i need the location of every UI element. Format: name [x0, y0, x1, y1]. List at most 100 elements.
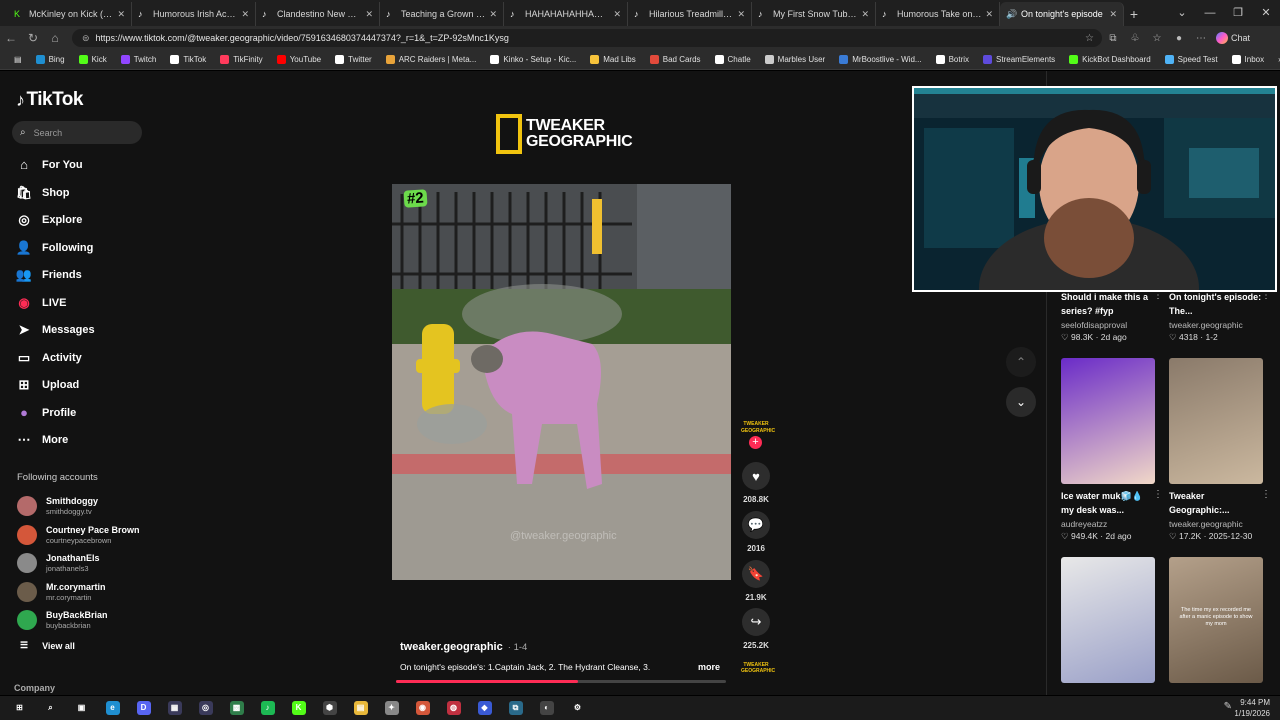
bookmark-item[interactable]: Bing [30, 55, 71, 64]
bookmark-icon[interactable]: 🔖 [742, 559, 770, 588]
tab-search-icon[interactable]: ⌄ [1168, 0, 1196, 26]
search-input[interactable]: ⌕ Search [12, 121, 142, 144]
bookmark-item[interactable]: ARC Raiders | Meta... [380, 55, 483, 64]
bookmark-item[interactable]: Kinko - Setup - Kic... [484, 55, 582, 64]
browser-tab[interactable]: ♪ Hilarious Treadmill Fails Th ✕ [628, 2, 752, 26]
bookmark-item[interactable]: Inbox [1226, 55, 1271, 64]
browser-tab[interactable]: ♪ Humorous Take on the Nu ✕ [876, 2, 1000, 26]
tab-close-icon[interactable]: ✕ [613, 9, 621, 20]
back-button[interactable]: ← [0, 31, 22, 45]
taskbar-item[interactable]: ⊞ [4, 696, 35, 720]
related-thumbnail[interactable] [1061, 557, 1155, 683]
bookmark-item[interactable]: MrBoostlive - Wid... [833, 55, 927, 64]
bookmark-item[interactable]: Mad Libs [584, 55, 641, 64]
taskbar-item[interactable]: ⬢ [314, 696, 345, 720]
browser-tab[interactable]: 🔊 On tonight's episode ✕ [1000, 2, 1124, 26]
more-options-icon[interactable]: ⋮ [1153, 489, 1163, 500]
creator-name[interactable]: tweaker.geographic · 1-4 [400, 641, 527, 653]
share-action[interactable]: ↪ 225.2K [740, 608, 772, 650]
company-link[interactable]: Company [14, 683, 55, 693]
taskbar-item[interactable]: ⧉ [500, 696, 531, 720]
tab-close-icon[interactable]: ✕ [365, 9, 373, 20]
tiktok-logo[interactable]: ♪ TikTok [16, 89, 83, 111]
taskbar-item[interactable]: ◍ [438, 696, 469, 720]
nav-item-more[interactable]: ⋯ More [14, 429, 154, 451]
minimize-button[interactable]: — [1196, 0, 1224, 26]
new-tab-button[interactable]: + [1124, 2, 1144, 26]
favorites-icon[interactable]: ☆ [1146, 33, 1168, 44]
profile-avatar-icon[interactable]: ● [1168, 33, 1190, 44]
video-progress-bar[interactable] [396, 680, 726, 683]
network-icon[interactable]: ✎ [1224, 701, 1232, 712]
taskbar-item[interactable]: ◆ [469, 696, 500, 720]
bookmark-item[interactable]: TikTok [164, 55, 212, 64]
browser-tab[interactable]: ♪ Clandestino New York: Bicycle ✕ [256, 2, 380, 26]
tab-close-icon[interactable]: ✕ [985, 9, 993, 20]
following-account[interactable]: BuyBackBrian buybackbrian [17, 607, 157, 633]
related-video-card[interactable]: Ice water muk🧊💧 my desk was... audreyeatz… [1061, 489, 1163, 542]
video-player[interactable] [392, 184, 731, 580]
related-thumbnail[interactable] [1061, 358, 1155, 484]
next-video-button[interactable]: ⌄ [1006, 387, 1036, 417]
music-disc-icon[interactable]: TWEAKER GEOGRAPHIC [741, 662, 775, 674]
tab-close-icon[interactable]: ✕ [737, 9, 745, 20]
apps-grid-icon[interactable]: ▤ [8, 55, 28, 64]
tab-close-icon[interactable]: ✕ [1109, 9, 1117, 20]
view-all-button[interactable]: ☰ View all [20, 640, 75, 651]
comment-action[interactable]: 💬 2016 [740, 510, 772, 553]
extensions-icon[interactable]: ⧉ [1102, 33, 1124, 44]
taskbar-item[interactable]: ✦ [376, 696, 407, 720]
browser-tab[interactable]: ♪ Humorous Irish Accent Joke ✕ [132, 2, 256, 26]
taskbar-item[interactable]: D [128, 696, 159, 720]
creator-handle[interactable]: tweaker.geographic [400, 641, 503, 653]
nav-item-explore[interactable]: ◎ Explore [14, 209, 154, 231]
heart-icon[interactable]: ♥ [742, 462, 770, 490]
like-action[interactable]: ♥ 208.8K [740, 462, 772, 504]
browser-tab[interactable]: K McKinley on Kick (@mckinleyjr) ✕ [8, 2, 132, 26]
bookmarks-overflow-icon[interactable]: › [1272, 55, 1280, 64]
nav-item-messages[interactable]: ➤ Messages [14, 319, 154, 341]
bookmark-item[interactable]: Speed Test [1159, 55, 1224, 64]
related-video-card[interactable]: Tweaker Geographic:... tweaker.geographic… [1169, 489, 1271, 542]
related-thumbnail[interactable]: The time my ex recorded me after a manic… [1169, 557, 1263, 683]
bookmark-item[interactable]: Marbles User [759, 55, 832, 64]
favorite-star-icon[interactable]: ☆ [1085, 33, 1102, 44]
following-account[interactable]: Smithdoggy smithdoggy.tv [17, 493, 157, 519]
site-info-icon[interactable]: ⊜ [82, 33, 90, 44]
caption-more-button[interactable]: more [698, 662, 720, 672]
bookmark-item[interactable]: Twitch [115, 55, 163, 64]
related-thumbnail[interactable] [1169, 358, 1263, 484]
taskbar-item[interactable]: ◎ [190, 696, 221, 720]
tab-close-icon[interactable]: ✕ [861, 9, 869, 20]
nav-item-live[interactable]: ◉ LIVE [14, 292, 154, 314]
menu-dots-icon[interactable]: ⋯ [1190, 33, 1212, 44]
maximize-button[interactable]: ❐ [1224, 0, 1252, 26]
taskbar-item[interactable]: ◐ [531, 696, 562, 720]
browser-tab[interactable]: ♪ My First Snow Tubing Expe✕ [752, 2, 876, 26]
taskbar-item[interactable]: ▣ [66, 696, 97, 720]
bookmark-item[interactable]: YouTube [271, 55, 327, 64]
taskbar-item[interactable]: ⚙ [562, 696, 593, 720]
nav-item-activity[interactable]: ▭ Activity [14, 347, 154, 369]
share-icon[interactable]: ↪ [742, 608, 770, 637]
nav-item-upload[interactable]: ⊞ Upload [14, 374, 154, 396]
following-account[interactable]: Courtney Pace Brown courtneypacebrown [17, 522, 157, 548]
follow-plus-button[interactable]: + [749, 436, 762, 449]
tab-close-icon[interactable]: ✕ [117, 9, 125, 20]
related-video-card[interactable]: Should i make this a series? #fyp seelofd… [1061, 290, 1163, 343]
tab-close-icon[interactable]: ✕ [241, 9, 249, 20]
taskbar-item[interactable]: ♪ [252, 696, 283, 720]
tab-close-icon[interactable]: ✕ [489, 9, 497, 20]
bookmark-item[interactable]: TikFinity [214, 55, 268, 64]
taskbar-item[interactable]: ⌕ [35, 696, 66, 720]
comment-icon[interactable]: 💬 [742, 510, 770, 539]
bookmark-item[interactable]: KickBot Dashboard [1063, 55, 1156, 64]
taskbar-item[interactable]: ▤ [345, 696, 376, 720]
refresh-button[interactable]: ↻ [22, 31, 44, 45]
following-account[interactable]: Mr.corymartin mr.corymartin [17, 579, 157, 605]
more-options-icon[interactable]: ⋮ [1261, 489, 1271, 500]
browser-tab[interactable]: ♪ Teaching a Grown Man How ✕ [380, 2, 504, 26]
taskbar-clock[interactable]: 9:44 PM 1/19/2026 [1234, 697, 1270, 719]
bookmark-item[interactable]: Chatle [709, 55, 757, 64]
following-account[interactable]: JonathanEls jonathanels3 [17, 550, 157, 576]
